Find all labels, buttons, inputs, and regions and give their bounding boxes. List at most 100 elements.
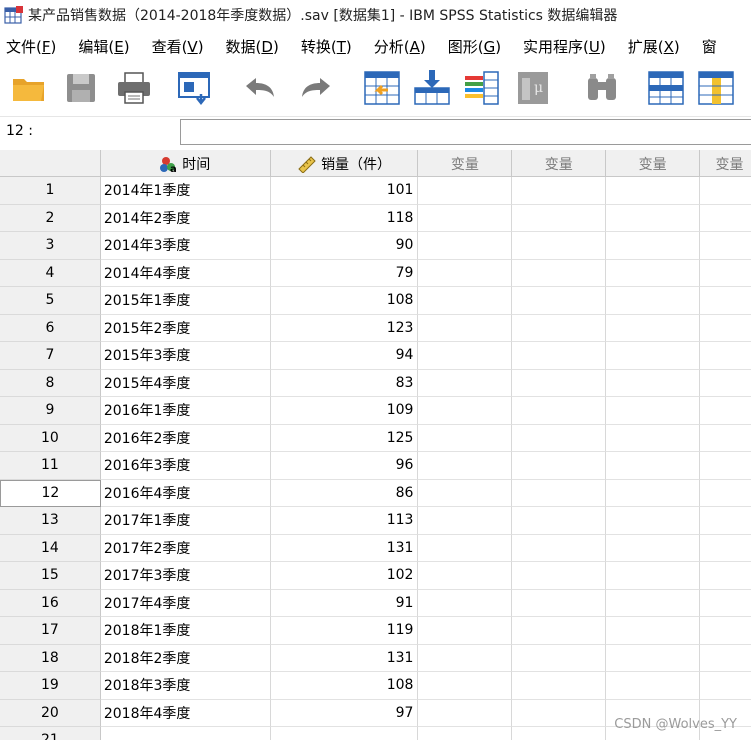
cell-empty[interactable]	[700, 397, 751, 425]
column-header-time[interactable]: a 时间	[101, 150, 271, 177]
row-number[interactable]: 15	[0, 562, 101, 590]
cell-time[interactable]: 2014年2季度	[100, 204, 271, 232]
cell-sales[interactable]: 83	[270, 369, 419, 397]
cell-empty[interactable]	[512, 204, 607, 232]
row-number[interactable]: 18	[0, 644, 101, 672]
cell-sales[interactable]: 125	[270, 424, 419, 452]
cell-empty[interactable]	[512, 397, 607, 425]
cell-time[interactable]: 2018年1季度	[100, 617, 271, 645]
cell-empty[interactable]	[418, 177, 513, 205]
cell-sales[interactable]: 118	[270, 204, 419, 232]
row-number[interactable]: 13	[0, 507, 101, 535]
column-header-empty-variable[interactable]: 变量	[512, 150, 607, 177]
row-number[interactable]: 12	[0, 479, 101, 507]
cell-sales[interactable]: 79	[270, 259, 419, 287]
cell-sales[interactable]: 113	[270, 507, 419, 535]
row-number[interactable]: 9	[0, 397, 101, 425]
cell-empty[interactable]	[512, 644, 607, 672]
row-number[interactable]: 16	[0, 589, 101, 617]
cell-sales[interactable]	[271, 727, 419, 740]
cell-sales[interactable]: 90	[270, 232, 419, 260]
cell-time[interactable]: 2016年3季度	[100, 452, 271, 480]
cell-empty[interactable]	[418, 617, 513, 645]
cell-time[interactable]: 2018年4季度	[100, 699, 271, 727]
row-number[interactable]: 8	[0, 369, 101, 397]
column-header-empty-variable[interactable]: 变量	[606, 150, 701, 177]
cell-empty[interactable]	[606, 177, 701, 205]
cell-empty[interactable]	[512, 452, 607, 480]
cell-sales[interactable]: 119	[270, 617, 419, 645]
menu-item[interactable]: 窗	[702, 36, 717, 57]
cell-empty[interactable]	[606, 232, 701, 260]
cell-empty[interactable]	[418, 672, 513, 700]
cell-empty[interactable]	[512, 424, 607, 452]
cell-sales[interactable]: 102	[270, 562, 419, 590]
cell-time[interactable]: 2015年3季度	[100, 342, 271, 370]
cell-empty[interactable]	[418, 397, 513, 425]
cell-time[interactable]: 2015年4季度	[100, 369, 271, 397]
cell-time[interactable]: 2017年1季度	[100, 507, 271, 535]
menu-item[interactable]: 分析(A)	[374, 36, 426, 57]
find-icon[interactable]	[582, 68, 622, 108]
menu-item[interactable]: 实用程序(U)	[523, 36, 606, 57]
cell-sales[interactable]: 96	[270, 452, 419, 480]
undo-icon[interactable]	[240, 68, 280, 108]
cell-empty[interactable]	[512, 369, 607, 397]
cell-empty[interactable]	[700, 480, 751, 507]
cell-empty[interactable]	[512, 287, 607, 315]
cell-time[interactable]: 2016年2季度	[100, 424, 271, 452]
menu-item[interactable]: 编辑(E)	[78, 36, 129, 57]
goto-case-icon[interactable]	[362, 68, 402, 108]
menu-item[interactable]: 文件(F)	[6, 36, 56, 57]
row-number[interactable]: 7	[0, 342, 101, 370]
cell-sales[interactable]: 91	[270, 589, 419, 617]
cell-empty[interactable]	[418, 479, 513, 507]
row-number[interactable]: 19	[0, 672, 101, 700]
cell-empty[interactable]	[512, 589, 607, 617]
cell-empty[interactable]	[512, 507, 607, 535]
cell-empty[interactable]	[512, 479, 607, 507]
cell-empty[interactable]	[606, 397, 701, 425]
column-header-sales[interactable]: 销量（件）	[271, 150, 419, 177]
menu-item[interactable]: 数据(D)	[226, 36, 279, 57]
cell-empty[interactable]	[512, 342, 607, 370]
row-number[interactable]: 14	[0, 534, 101, 562]
cell-sales[interactable]: 108	[270, 672, 419, 700]
cell-empty[interactable]	[418, 232, 513, 260]
cell-empty[interactable]	[606, 479, 701, 507]
insert-cases-icon[interactable]	[646, 68, 686, 108]
cell-empty[interactable]	[418, 452, 513, 480]
cell-empty[interactable]	[606, 287, 701, 315]
cell-time[interactable]: 2017年2季度	[100, 534, 271, 562]
cell-empty[interactable]	[606, 672, 701, 700]
cell-empty[interactable]	[700, 177, 751, 205]
cell-sales[interactable]: 97	[270, 699, 419, 727]
cell-time[interactable]: 2015年1季度	[100, 287, 271, 315]
cell-empty[interactable]	[700, 507, 751, 535]
goto-variable-icon[interactable]	[412, 68, 452, 108]
cell-empty[interactable]	[700, 645, 751, 672]
cell-empty[interactable]	[700, 617, 751, 645]
cell-empty[interactable]	[512, 672, 607, 700]
menu-item[interactable]: 转换(T)	[301, 36, 352, 57]
cell-empty[interactable]	[512, 177, 607, 205]
row-number[interactable]: 6	[0, 314, 101, 342]
row-number[interactable]: 10	[0, 424, 101, 452]
cell-time[interactable]: 2015年2季度	[100, 314, 271, 342]
cell-empty[interactable]	[418, 287, 513, 315]
cell-time[interactable]: 2016年1季度	[100, 397, 271, 425]
cell-sales[interactable]: 86	[270, 479, 419, 507]
cell-empty[interactable]	[418, 699, 513, 727]
cell-sales[interactable]: 131	[270, 534, 419, 562]
cell-empty[interactable]	[606, 204, 701, 232]
cell-empty[interactable]	[606, 617, 701, 645]
insert-variable-icon[interactable]	[696, 68, 736, 108]
cell-sales[interactable]: 94	[270, 342, 419, 370]
cell-empty[interactable]	[512, 232, 607, 260]
cell-empty[interactable]	[418, 727, 513, 740]
cell-empty[interactable]	[700, 452, 751, 480]
row-number[interactable]: 11	[0, 452, 101, 480]
cell-empty[interactable]	[512, 259, 607, 287]
cell-empty[interactable]	[512, 727, 607, 740]
row-number[interactable]: 17	[0, 617, 101, 645]
